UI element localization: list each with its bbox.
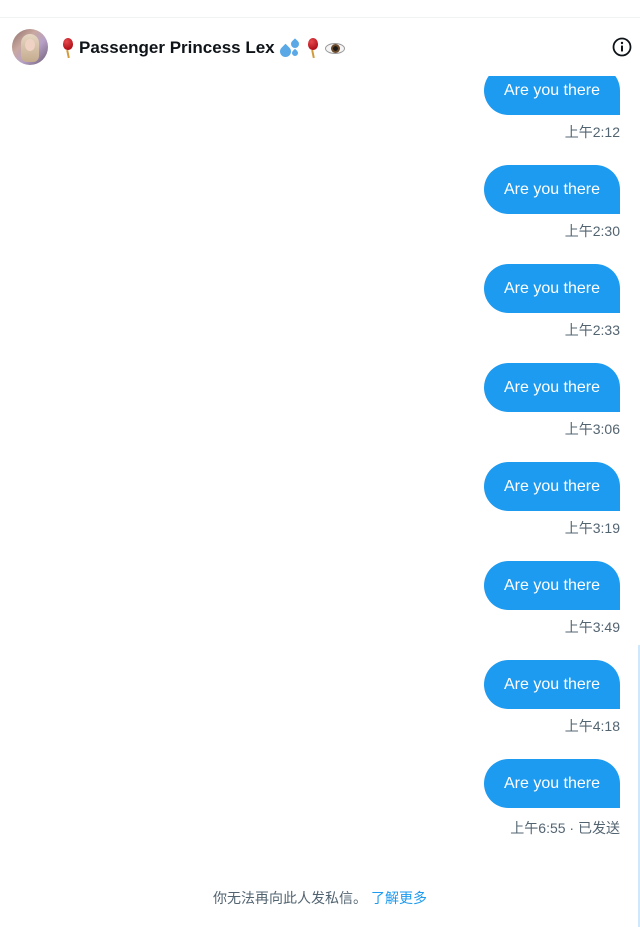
conversation-header: Passenger Princess Lex <box>0 18 640 76</box>
message-bubble[interactable]: Are you there <box>484 165 620 214</box>
profile-avatar[interactable] <box>12 29 48 65</box>
message-timestamp-sent: 上午6:55 · 已发送 <box>510 820 620 836</box>
avatar-face <box>25 39 35 51</box>
message-text: Are you there <box>503 675 601 693</box>
message-timestamp: 上午2:33 <box>564 322 620 338</box>
message-bubble[interactable]: Are you there <box>484 363 620 412</box>
notice-text: 你无法再向此人发私信。 <box>213 890 367 906</box>
learn-more-link[interactable]: 了解更多 <box>371 890 427 906</box>
message-text: Are you there <box>503 378 601 396</box>
message-text: Are you there <box>503 279 601 297</box>
message-bubble[interactable]: Are you there <box>484 660 620 709</box>
message-bubble[interactable]: Are you there <box>484 759 620 808</box>
message-text: Are you there <box>503 180 601 198</box>
dm-conversation-screen: Passenger Princess Lex Are you there 上午2… <box>0 0 640 927</box>
balloon-icon <box>60 37 76 59</box>
message-bubble[interactable]: Are you there <box>484 561 620 610</box>
conversation-title[interactable]: Passenger Princess Lex <box>60 36 346 60</box>
water-drops-icon <box>277 37 302 60</box>
message-timestamp: 上午3:06 <box>564 421 620 437</box>
dm-disabled-notice: 你无法再向此人发私信。 了解更多 <box>0 888 640 908</box>
balloon-icon <box>305 37 321 59</box>
message-timestamp: 上午2:12 <box>564 124 620 140</box>
eye-icon <box>324 37 346 59</box>
message-bubble[interactable]: Are you there <box>484 264 620 313</box>
message-timestamp: 上午3:49 <box>564 619 620 635</box>
message-text: Are you there <box>503 576 601 594</box>
info-icon[interactable] <box>612 37 632 57</box>
message-timestamp: 上午2:30 <box>564 223 620 239</box>
message-text: Are you there <box>503 774 601 792</box>
message-bubble[interactable]: Are you there <box>484 462 620 511</box>
message-list[interactable]: Are you there 上午2:12 Are you there 上午2:3… <box>0 66 640 866</box>
message-text: Are you there <box>503 477 601 495</box>
conversation-name: Passenger Princess Lex <box>79 38 275 57</box>
message-text: Are you there <box>503 81 601 99</box>
message-timestamp: 上午4:18 <box>564 718 620 734</box>
message-timestamp: 上午3:19 <box>564 520 620 536</box>
